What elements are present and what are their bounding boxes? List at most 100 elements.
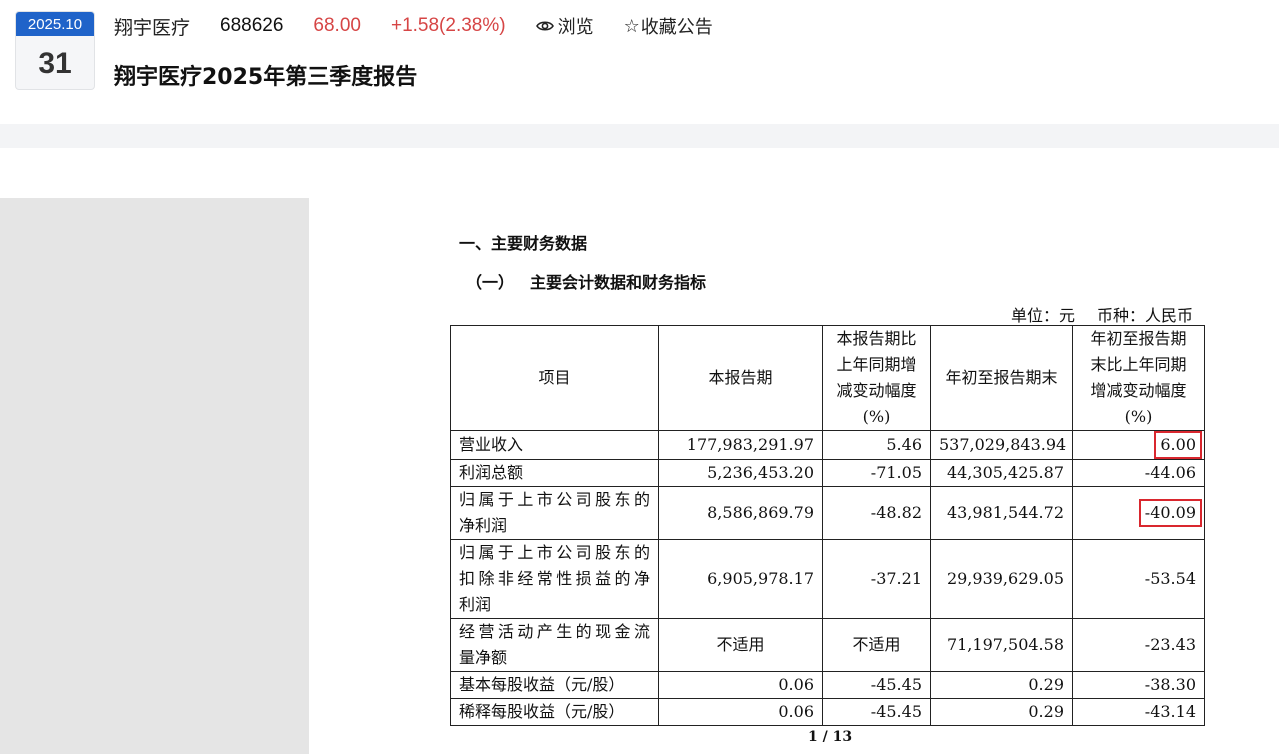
row-item-line: 净利润	[459, 516, 508, 535]
table-row: 利润总额 5,236,453.20 -71.05 44,305,425.87 -44.0…	[450, 459, 1205, 487]
column-header: 本报告期	[658, 325, 823, 431]
stock-info-bar: 翔宇医疗 688626 68.00 +1.58(2.38%) 浏览 ☆ 收藏公告	[114, 13, 713, 39]
cell-ytd-change: -40.09	[1072, 486, 1205, 540]
cell-value: 不适用	[852, 635, 901, 654]
row-item-label: 归属于上市公司股东的 扣除非经常性损益的净 利润	[450, 539, 659, 619]
report-title: 翔宇医疗2025年第三季度报告	[114, 65, 418, 90]
table-row: 营业收入 177,983,291.97 5.46 537,029,843.94 6.00	[450, 430, 1205, 460]
cell-ytd: 44,305,425.87	[930, 459, 1073, 487]
currency-label: 币种：人民币	[1096, 306, 1193, 325]
cell-value: -45.45	[870, 675, 922, 694]
cell-value: -71.05	[870, 463, 922, 482]
cell-current-change: -45.45	[822, 698, 931, 726]
cell-current: 6,905,978.17	[658, 539, 823, 619]
column-header: 项目	[450, 325, 659, 431]
cell-ytd: 537,029,843.94	[930, 430, 1073, 460]
financial-data-table: 项目 本报告期 本报告期比 上年同期增 减变动幅度 (%) 年初至报告期末 年初至报告期 末比上…	[450, 325, 1205, 726]
subsection-title: （一） 主要会计数据和财务指标	[466, 269, 706, 293]
row-item-line: 归属于上市公司股东的	[459, 490, 650, 509]
cell-value: -23.43	[1144, 635, 1196, 654]
cell-value: 8,586,869.79	[707, 503, 814, 522]
cell-value: 0.29	[1028, 702, 1064, 721]
column-header-line: 末比上年同期	[1090, 355, 1187, 374]
eye-icon	[535, 21, 554, 31]
column-header: 本报告期比 上年同期增 减变动幅度 (%)	[822, 325, 931, 431]
row-item-label: 归属于上市公司股东的 净利润	[450, 486, 659, 540]
unit-line: 单位：元 币种：人民币	[1011, 302, 1193, 326]
cell-value: 5.46	[886, 435, 922, 454]
row-item-line: 稀释每股收益（元/股）	[459, 702, 625, 721]
table-row: 归属于上市公司股东的 扣除非经常性损益的净 利润 6,905,978.17 -37.21…	[450, 539, 1205, 619]
cell-current: 177,983,291.97	[658, 430, 823, 460]
stock-name[interactable]: 翔宇医疗	[114, 13, 190, 40]
cell-ytd-change: -53.54	[1072, 539, 1205, 619]
column-header-line: 本报告期比	[836, 329, 917, 348]
cell-current-change: -48.82	[822, 486, 931, 540]
column-header-line: 减变动幅度	[836, 381, 917, 400]
cell-current: 0.06	[658, 671, 823, 699]
date-month: 2025.10	[16, 12, 94, 36]
table-body: 营业收入 177,983,291.97 5.46 537,029,843.94 6.00…	[450, 430, 1205, 726]
cell-current: 不适用	[658, 618, 823, 672]
cell-value: 177,983,291.97	[686, 435, 814, 454]
cell-ytd-change: 6.00	[1072, 430, 1205, 460]
cell-value: -53.54	[1144, 569, 1196, 588]
column-header-line: 本报告期	[708, 368, 773, 387]
row-item-line: 利润	[459, 595, 492, 614]
subsection-number: （一）	[466, 273, 515, 292]
cell-value: -44.06	[1144, 463, 1196, 482]
table-row: 稀释每股收益（元/股） 0.06 -45.45 0.29 -43.14	[450, 698, 1205, 726]
row-item-line: 营业收入	[459, 435, 524, 454]
cell-current: 8,586,869.79	[658, 486, 823, 540]
cell-ytd: 43,981,544.72	[930, 486, 1073, 540]
highlighted-cell-value: 6.00	[1154, 431, 1202, 459]
unit-label: 单位：元	[1010, 306, 1075, 325]
cell-value: 71,197,504.58	[946, 635, 1064, 654]
column-header-line: 年初至报告期末	[945, 368, 1058, 387]
cell-ytd: 0.29	[930, 698, 1073, 726]
table-header-row: 项目 本报告期 本报告期比 上年同期增 减变动幅度 (%) 年初至报告期末 年初至报告期 末比上…	[450, 325, 1205, 431]
cell-ytd-change: -43.14	[1072, 698, 1205, 726]
cell-current-change: 不适用	[822, 618, 931, 672]
row-item-label: 营业收入	[450, 430, 659, 460]
row-item-label: 基本每股收益（元/股）	[450, 671, 659, 699]
row-item-label: 稀释每股收益（元/股）	[450, 698, 659, 726]
cell-value: 0.29	[1028, 675, 1064, 694]
column-header-line: 项目	[538, 368, 571, 387]
column-header: 年初至报告期 末比上年同期 增减变动幅度 (%)	[1072, 325, 1205, 431]
favorite-button[interactable]: ☆ 收藏公告	[624, 13, 713, 39]
column-header-line: 上年同期增	[836, 355, 917, 374]
row-item-line: 量净额	[459, 648, 508, 667]
cell-ytd: 0.29	[930, 671, 1073, 699]
cell-value: -38.30	[1144, 675, 1196, 694]
row-item-line: 归属于上市公司股东的	[459, 543, 650, 562]
date-day: 31	[38, 46, 72, 80]
stock-change: +1.58(2.38%)	[390, 15, 506, 36]
cell-current-change: -37.21	[822, 539, 931, 619]
cell-value: 5,236,453.20	[707, 463, 814, 482]
cell-ytd-change: -38.30	[1072, 671, 1205, 699]
cell-current: 5,236,453.20	[658, 459, 823, 487]
page-indicator: 1 / 13	[808, 729, 853, 745]
cell-value: 43,981,544.72	[946, 503, 1064, 522]
view-label: 浏览	[557, 17, 594, 37]
favorite-label: 收藏公告	[640, 17, 713, 37]
subsection-label: 主要会计数据和财务指标	[530, 273, 707, 292]
cell-value: 44,305,425.87	[946, 463, 1064, 482]
cell-value: -37.21	[870, 569, 922, 588]
cell-value: 0.06	[778, 675, 814, 694]
highlighted-cell-value: -40.09	[1138, 499, 1202, 527]
header-divider-band	[0, 124, 1279, 148]
cell-ytd-change: -23.43	[1072, 618, 1205, 672]
document-side-panel	[0, 198, 309, 754]
cell-value: -45.45	[870, 702, 922, 721]
table-row: 归属于上市公司股东的 净利润 8,586,869.79 -48.82 43,981,54…	[450, 486, 1205, 540]
view-button[interactable]: 浏览	[535, 13, 594, 39]
cell-value: 不适用	[716, 635, 765, 654]
row-item-line: 利润总额	[459, 463, 524, 482]
cell-value: -48.82	[870, 503, 922, 522]
cell-current-change: -71.05	[822, 459, 931, 487]
cell-value: 537,029,843.94	[939, 435, 1067, 454]
column-header-line: 年初至报告期	[1090, 329, 1187, 348]
cell-current-change: -45.45	[822, 671, 931, 699]
